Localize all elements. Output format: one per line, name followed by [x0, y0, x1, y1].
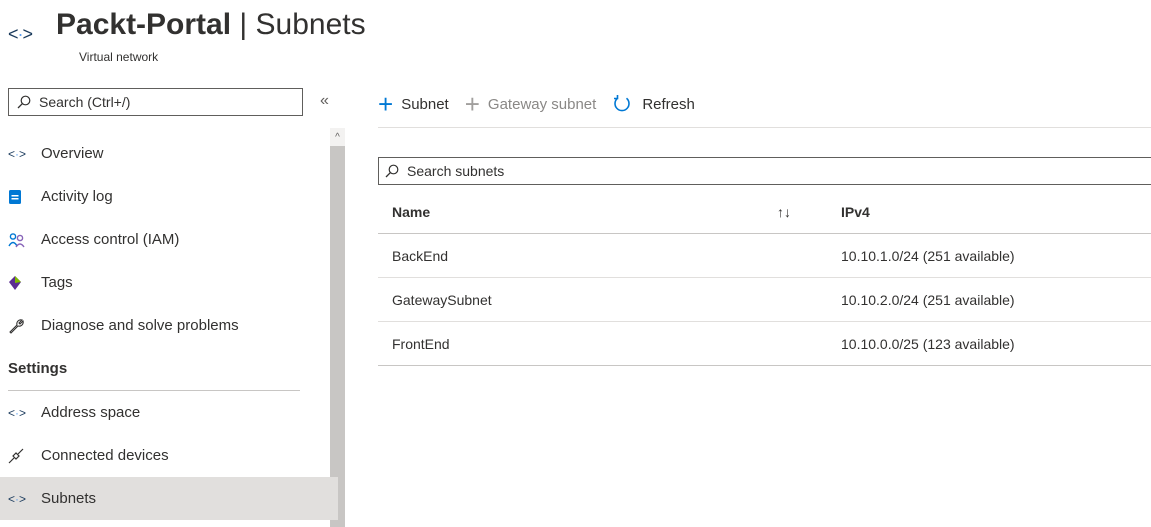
sidebar-item-diagnose[interactable]: Diagnose and solve problems	[8, 304, 330, 347]
subnet-ipv4: 10.10.2.0/24 (251 available)	[827, 277, 1151, 322]
sidebar-item-label: Connected devices	[41, 447, 169, 464]
table-header-row: Name ↑↓ IPv4	[378, 191, 1151, 234]
column-header-ipv4[interactable]: IPv4	[827, 191, 1151, 234]
sidebar-item-activity-log[interactable]: Activity log	[8, 175, 330, 218]
sidebar-item-connected-devices[interactable]: Connected devices	[8, 434, 330, 477]
resource-type: Virtual network	[79, 50, 159, 64]
sidebar-item-label: Access control (IAM)	[41, 231, 180, 248]
subnet-name[interactable]: GatewaySubnet	[378, 277, 777, 322]
refresh-label: Refresh	[642, 95, 695, 113]
table-row[interactable]: FrontEnd 10.10.0.0/25 (123 available)	[378, 321, 1151, 366]
add-subnet-button[interactable]: + Subnet	[378, 89, 449, 119]
empty-cell	[777, 233, 827, 278]
subnet-search-placeholder: Search subnets	[407, 163, 505, 179]
plug-icon	[8, 448, 30, 464]
activity-log-icon	[8, 189, 30, 205]
sidebar-scrollbar[interactable]: ^	[330, 128, 345, 527]
refresh-icon	[614, 95, 631, 112]
sidebar-item-label: Overview	[41, 145, 104, 162]
subnet-search-input[interactable]: Search subnets	[378, 157, 1151, 185]
wrench-icon	[8, 318, 30, 334]
vnet-icon: < · >	[8, 146, 27, 161]
settings-section-header: Settings	[8, 347, 300, 391]
refresh-button[interactable]: Refresh	[612, 94, 695, 114]
title-separator: |	[231, 8, 256, 41]
sidebar-item-access-control[interactable]: Access control (IAM)	[8, 218, 330, 261]
column-header-name[interactable]: Name	[378, 191, 777, 234]
sidebar-item-label: Diagnose and solve problems	[41, 317, 239, 334]
sort-icon[interactable]: ↑↓	[777, 191, 827, 234]
sidebar: Search (Ctrl+/) « ^ < · > Overview Activit…	[0, 80, 345, 527]
sidebar-item-label: Subnets	[41, 490, 97, 507]
search-icon	[385, 164, 399, 178]
table-row[interactable]: BackEnd 10.10.1.0/24 (251 available)	[378, 233, 1151, 278]
page-title: Packt-Portal | Subnets	[56, 8, 366, 42]
sidebar-item-overview[interactable]: < · > Overview	[8, 132, 330, 175]
sidebar-item-address-space[interactable]: < · > Address space	[8, 391, 330, 434]
sidebar-nav: < · > Overview Activity log Access control…	[0, 132, 338, 520]
people-icon	[8, 232, 30, 248]
subnet-name[interactable]: FrontEnd	[378, 321, 777, 366]
collapse-sidebar-button[interactable]: «	[320, 92, 329, 110]
add-gateway-subnet-label: Gateway subnet	[487, 95, 597, 113]
add-gateway-subnet-button[interactable]: + Gateway subnet	[464, 89, 597, 119]
table-row[interactable]: GatewaySubnet 10.10.2.0/24 (251 availabl…	[378, 277, 1151, 322]
toolbar-divider	[378, 127, 1151, 128]
sidebar-item-tags[interactable]: Tags	[8, 261, 330, 304]
sidebar-item-subnets[interactable]: < · > Subnets	[0, 477, 338, 520]
empty-cell	[777, 321, 827, 366]
plus-icon: +	[378, 89, 394, 119]
add-subnet-label: Subnet	[401, 95, 449, 113]
sidebar-item-label: Tags	[41, 274, 73, 291]
page-header: <·> Packt-Portal | Subnets Virtual netwo…	[8, 4, 708, 66]
sidebar-search-placeholder: Search (Ctrl+/)	[39, 94, 131, 110]
page-name: Subnets	[255, 8, 366, 41]
empty-cell	[777, 277, 827, 322]
resource-name: Packt-Portal	[56, 8, 232, 41]
subnet-ipv4: 10.10.1.0/24 (251 available)	[827, 233, 1151, 278]
virtual-network-icon: <·>	[8, 24, 33, 44]
subnet-name[interactable]: BackEnd	[378, 233, 777, 278]
subnets-table: Name ↑↓ IPv4 BackEnd 10.10.1.0/24 (251 a…	[378, 191, 1151, 366]
subnet-ipv4: 10.10.0.0/25 (123 available)	[827, 321, 1151, 366]
tag-icon	[8, 275, 30, 291]
search-icon	[17, 95, 31, 109]
vnet-icon: < · >	[8, 491, 27, 506]
vnet-icon: < · >	[8, 405, 27, 420]
command-bar: + Subnet + Gateway subnet Refresh	[378, 88, 711, 120]
plus-icon: +	[464, 89, 480, 119]
scroll-up-arrow[interactable]: ^	[330, 128, 345, 146]
sidebar-item-label: Activity log	[41, 188, 113, 205]
sidebar-search-input[interactable]: Search (Ctrl+/)	[8, 88, 303, 116]
sidebar-item-label: Address space	[41, 404, 141, 421]
